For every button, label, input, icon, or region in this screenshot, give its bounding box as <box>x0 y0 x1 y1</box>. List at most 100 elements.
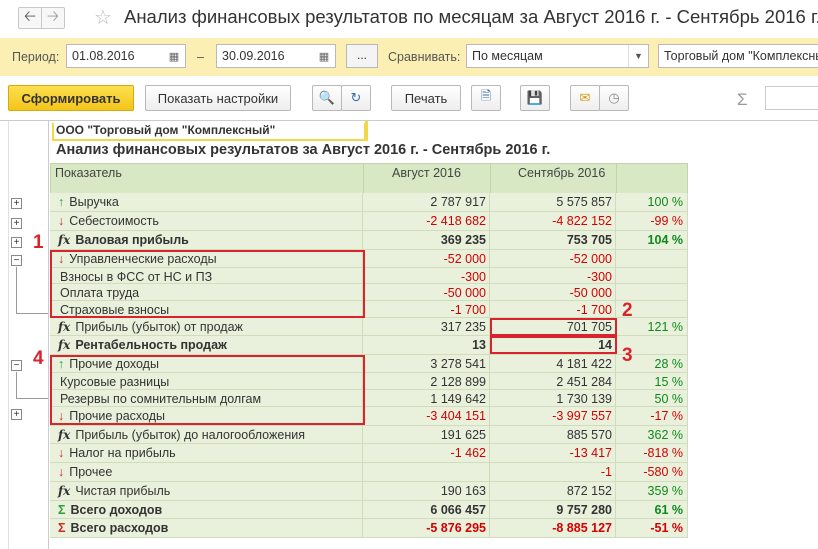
annotation-number-3: 3 <box>622 345 633 366</box>
annotation-number-2: 2 <box>622 300 633 321</box>
highlight-box-3 <box>490 336 617 354</box>
compare-label: Сравнивать: <box>388 50 461 64</box>
arrow-down-icon: ↓ <box>58 465 65 479</box>
table-row[interactable]: Σ Всего доходов 6 066 457 9 757 280 61 % <box>50 501 688 519</box>
envelope-icon: ✉ <box>579 90 591 105</box>
value-aug: 2 787 917 <box>363 193 490 212</box>
compare-value: По месяцам <box>472 49 543 63</box>
table-row[interactable]: ↓ Налог на прибыль -1 462 -13 417 -818 % <box>50 444 688 463</box>
value-pct <box>616 250 688 268</box>
value-aug: 2 128 899 <box>363 373 490 390</box>
formula-icon: fx <box>58 338 71 352</box>
preview-button[interactable]: 🗎 <box>471 85 501 111</box>
date-to-value: 30.09.2016 <box>222 49 285 63</box>
table-row[interactable]: ↓ Прочее -1 -580 % <box>50 463 688 482</box>
tree-line <box>16 398 48 399</box>
table-row[interactable]: ↓ Себестоимость -2 418 682 -4 822 152 -99 % <box>50 212 688 231</box>
value-pct <box>616 268 688 284</box>
organization-field[interactable]: Торговый дом "Комплексный" <box>658 44 818 68</box>
value-pct: 104 % <box>616 231 688 250</box>
clock-icon: ◷ <box>608 90 620 105</box>
indicator-cell: Σ Всего доходов <box>50 501 363 519</box>
indicator-label: Прибыль (убыток) от продаж <box>75 320 243 334</box>
period-select-button[interactable]: ... <box>346 44 378 68</box>
expand-toggle[interactable]: + <box>11 237 22 248</box>
value-sep: 885 570 <box>490 426 616 444</box>
table-row[interactable]: Σ Всего расходов -5 876 295 -8 885 127 -51 % <box>50 519 688 538</box>
chevron-down-icon[interactable]: ▼ <box>628 45 648 67</box>
value-sep: 753 705 <box>490 231 616 250</box>
star-icon[interactable]: ☆ <box>94 5 112 30</box>
value-sep: 5 575 857 <box>490 193 616 212</box>
indicator-cell: fx Прибыль (убыток) от продаж <box>50 318 363 336</box>
email-button[interactable]: ✉ <box>570 85 600 111</box>
indicator-cell: fx Валовая прибыль <box>50 231 363 250</box>
expand-toggle[interactable]: + <box>11 409 22 420</box>
search-replace-button[interactable]: ↻ <box>341 85 371 111</box>
value-aug: 6 066 457 <box>363 501 490 519</box>
indicator-label: Валовая прибыль <box>75 233 189 247</box>
indicator-cell: fx Прибыль (убыток) до налогообложения <box>50 426 363 444</box>
value-aug: 3 278 541 <box>363 355 490 373</box>
tree-line <box>16 313 48 314</box>
show-settings-button[interactable]: Показать настройки <box>145 85 291 111</box>
collapse-toggle[interactable]: − <box>11 255 22 266</box>
value-pct: -99 % <box>616 212 688 231</box>
value-aug: -1 700 <box>363 301 490 318</box>
search-icon: 🔍 <box>318 90 336 105</box>
value-pct: 100 % <box>616 193 688 212</box>
table-row[interactable]: fx Чистая прибыль 190 163 872 152 359 % <box>50 482 688 501</box>
save-button[interactable]: 💾 <box>520 85 550 111</box>
compare-select[interactable]: По месяцам ▼ <box>466 44 649 68</box>
indicator-label: Прибыль (убыток) до налогообложения <box>75 428 305 442</box>
generate-button[interactable]: Сформировать <box>8 85 134 111</box>
calendar-icon[interactable]: ▦ <box>314 46 334 66</box>
indicator-label: Всего расходов <box>70 521 169 535</box>
search-button[interactable]: 🔍 <box>312 85 342 111</box>
calendar-icon[interactable]: ▦ <box>164 46 184 66</box>
value-aug <box>363 463 490 482</box>
date-to-field[interactable]: 30.09.2016 ▦ <box>216 44 336 68</box>
table-row[interactable]: fx Прибыль (убыток) до налогообложения 191… <box>50 426 688 444</box>
period-dash: – <box>197 50 204 64</box>
sum-field <box>765 86 818 110</box>
formula-icon: fx <box>58 484 71 498</box>
value-sep: 4 181 422 <box>490 355 616 373</box>
value-sep: -1 <box>490 463 616 482</box>
value-aug: 369 235 <box>363 231 490 250</box>
value-pct: -51 % <box>616 519 688 538</box>
indicator-label: Налог на прибыль <box>69 446 176 460</box>
forward-button[interactable]: 🡢 <box>41 7 65 29</box>
toolbar: Сформировать Показать настройки 🔍 ↻ Печа… <box>0 82 818 114</box>
arrow-left-icon: 🡠 <box>23 7 37 25</box>
settings-panel: Период: 01.08.2016 ▦ – 30.09.2016 ▦ ... … <box>0 38 818 76</box>
sum-icon: Σ <box>58 521 66 535</box>
back-button[interactable]: 🡠 <box>18 7 42 29</box>
value-aug: -52 000 <box>363 250 490 268</box>
date-from-field[interactable]: 01.08.2016 ▦ <box>66 44 186 68</box>
value-sep: 9 757 280 <box>490 501 616 519</box>
indicator-cell: fx Рентабельность продаж <box>50 336 363 355</box>
formula-icon: fx <box>58 320 71 334</box>
table-row[interactable]: fx Валовая прибыль 369 235 753 705 104 % <box>50 231 688 250</box>
print-button[interactable]: Печать <box>391 85 461 111</box>
report-area[interactable]: ООО "Торговый дом "Комплексный" Анализ ф… <box>0 120 818 549</box>
value-aug: -300 <box>363 268 490 284</box>
indicator-label: Прочее <box>69 465 113 479</box>
table-row[interactable]: ↑ Выручка 2 787 917 5 575 857 100 % <box>50 193 688 212</box>
expand-toggle[interactable]: + <box>11 218 22 229</box>
value-aug: -3 404 151 <box>363 407 490 426</box>
value-sep: -8 885 127 <box>490 519 616 538</box>
value-aug: 1 149 642 <box>363 390 490 407</box>
value-aug: -2 418 682 <box>363 212 490 231</box>
expand-toggle[interactable]: + <box>11 198 22 209</box>
collapse-toggle[interactable]: − <box>11 360 22 371</box>
history-button[interactable]: ◷ <box>599 85 629 111</box>
title-bar: 🡠 🡢 ☆ Анализ финансовых результатов по м… <box>0 0 818 36</box>
formula-icon: fx <box>58 428 71 442</box>
value-sep: -50 000 <box>490 284 616 301</box>
indicator-cell: fx Чистая прибыль <box>50 482 363 501</box>
value-pct: -818 % <box>616 444 688 463</box>
header-sep-label: Сентябрь 2016 <box>518 166 606 180</box>
company-name: ООО "Торговый дом "Комплексный" <box>52 123 366 141</box>
